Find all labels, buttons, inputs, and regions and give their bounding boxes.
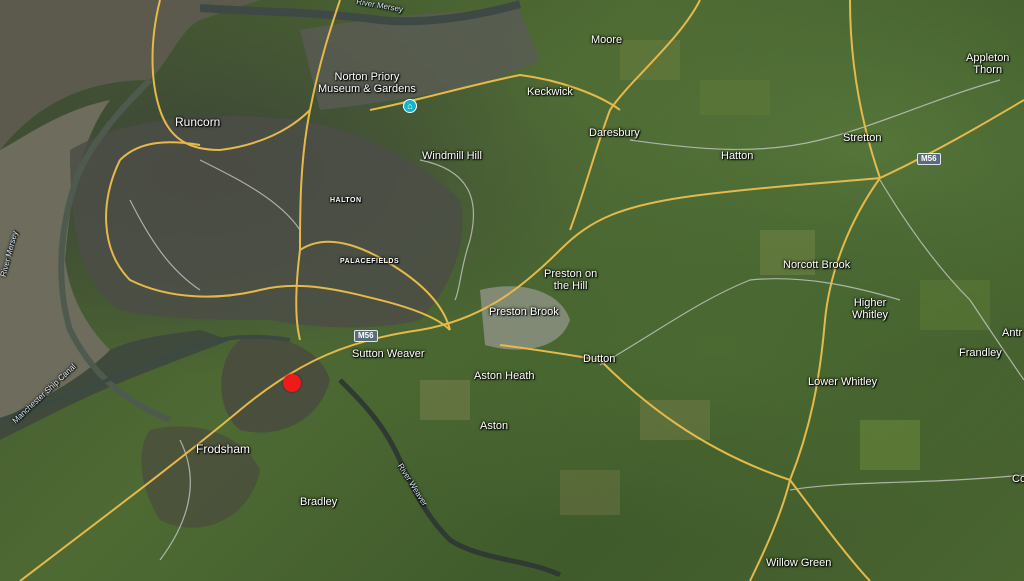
map-terrain: [0, 0, 1024, 581]
label-preston-on-the-hill: Preston on the Hill: [544, 268, 598, 292]
label-antr: Antr: [1002, 327, 1023, 339]
label-bradley: Bradley: [300, 496, 338, 508]
m56-shield-east: M56: [917, 153, 941, 165]
label-sutton-weaver: Sutton Weaver: [352, 348, 425, 360]
label-frandley: Frandley: [959, 347, 1002, 359]
label-keckwick: Keckwick: [527, 86, 573, 98]
satellite-map[interactable]: River Mersey River Mersey Norton Priory …: [0, 0, 1024, 581]
label-norcott-brook: Norcott Brook: [783, 259, 851, 271]
label-willow-green: Willow Green: [766, 557, 832, 569]
label-daresbury: Daresbury: [589, 127, 640, 139]
frodsham-urban: [221, 336, 330, 433]
label-hatton: Hatton: [721, 150, 754, 162]
label-norton-priory[interactable]: Norton Priory Museum & Gardens: [318, 71, 416, 95]
label-aston: Aston: [480, 420, 509, 432]
label-higher-whitley: Higher Whitley: [852, 297, 889, 321]
label-appleton-thorn: Appleton Thorn: [966, 52, 1010, 76]
label-runcorn: Runcorn: [175, 115, 221, 129]
label-stretton: Stretton: [843, 132, 882, 144]
label-lower-whitley: Lower Whitley: [808, 376, 878, 388]
label-aston-heath: Aston Heath: [474, 370, 535, 382]
location-pin[interactable]: [283, 374, 301, 392]
label-frodsham: Frodsham: [196, 442, 251, 456]
label-dutton: Dutton: [583, 353, 616, 365]
museum-icon[interactable]: ⌂: [403, 99, 417, 113]
runcorn-urban: [70, 116, 463, 328]
label-preston-brook: Preston Brook: [489, 306, 559, 318]
label-co: Co: [1012, 473, 1024, 485]
m56-shield-west: M56: [354, 330, 378, 342]
label-halton: HALTON: [330, 197, 362, 204]
label-palacefields: PALACEFIELDS: [340, 258, 400, 265]
label-moore: Moore: [591, 34, 623, 46]
label-windmill-hill: Windmill Hill: [422, 150, 482, 162]
